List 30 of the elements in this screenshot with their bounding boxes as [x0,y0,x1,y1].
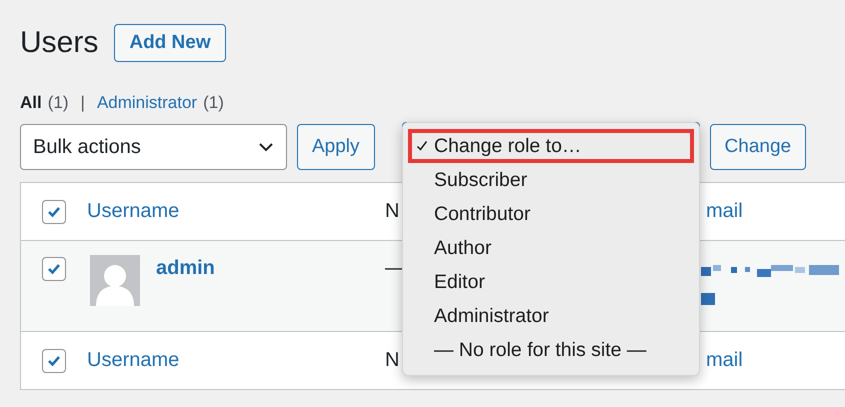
checkbox[interactable] [42,257,66,281]
filter-count: (1) [48,93,69,113]
checkbox[interactable] [42,348,66,372]
chevron-down-icon [258,142,274,152]
filter-link[interactable]: Administrator [96,93,198,113]
column-header[interactable]: Username [87,349,180,371]
role-option[interactable]: Change role to… [408,129,694,163]
checkmark-icon [416,140,428,152]
column-header[interactable]: mail [706,349,743,371]
avatar-placeholder-icon [90,255,140,306]
role-option[interactable]: Author [408,231,694,265]
separator: | [80,93,85,113]
filter-count: (1) [203,93,224,113]
page-title: Users [20,26,98,60]
add-new-button[interactable]: Add New [114,24,226,62]
column-header[interactable]: N [385,349,400,371]
bulk-actions-select[interactable]: Bulk actions [20,124,287,170]
username-link[interactable]: admin [156,257,215,280]
role-option[interactable]: — No role for this site — [408,333,694,367]
filter-link[interactable]: All [20,93,42,113]
column-header[interactable]: N [385,200,400,222]
role-option[interactable]: Administrator [408,299,694,333]
column-header[interactable]: Username [87,200,180,222]
checkbox[interactable] [42,200,66,224]
column-header[interactable]: mail [706,200,743,222]
role-option[interactable]: Subscriber [408,163,694,197]
role-option[interactable]: Contributor [408,197,694,231]
apply-button[interactable]: Apply [297,124,375,170]
change-button[interactable]: Change [710,124,806,170]
role-option[interactable]: Editor [408,265,694,299]
